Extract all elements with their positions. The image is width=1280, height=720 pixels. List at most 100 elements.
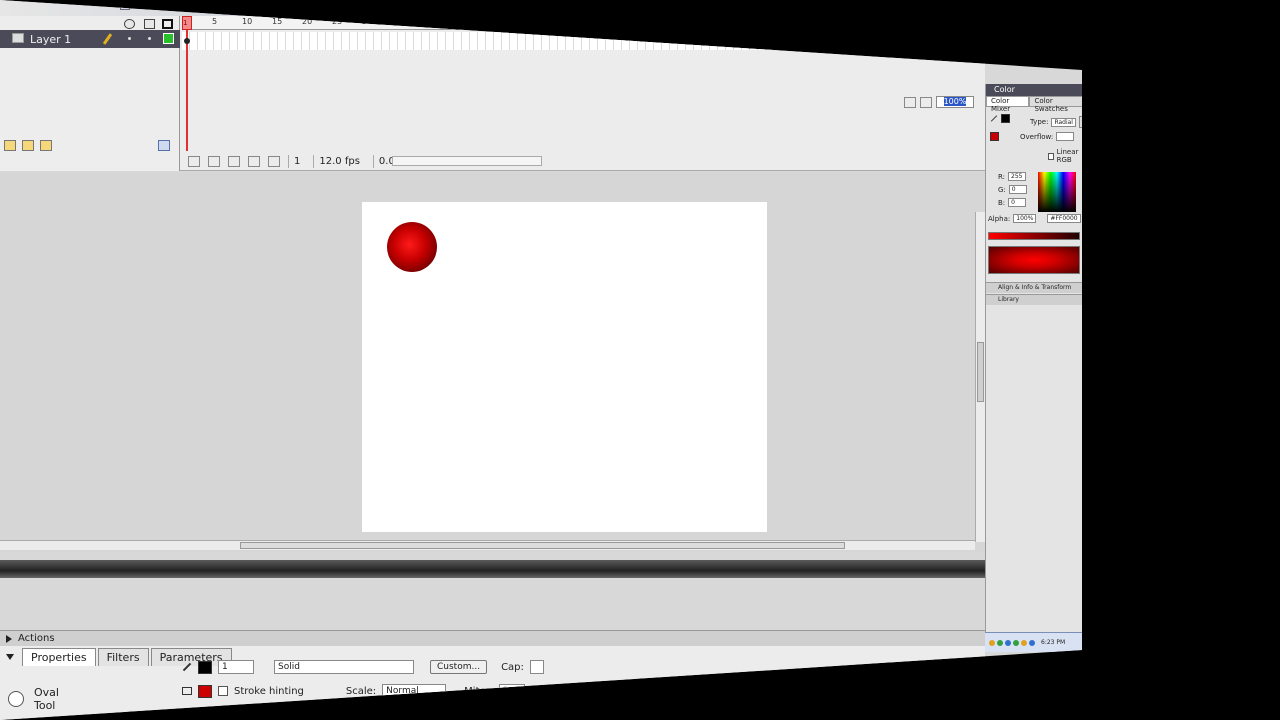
actions-panel-header[interactable]: Actions — [0, 630, 985, 646]
outline-icon[interactable] — [162, 19, 173, 29]
b-input[interactable]: 0 — [1008, 198, 1027, 207]
clock: 6:23 PM — [1041, 639, 1066, 646]
ruler-tick: 90 — [722, 17, 733, 26]
mixer-stroke-swatch[interactable] — [1001, 114, 1010, 123]
ruler-tick: 70 — [602, 17, 613, 26]
edit-symbol-icon[interactable] — [920, 96, 932, 108]
ruler-tick: 55 — [512, 17, 523, 26]
edit-multiple-frames-icon[interactable] — [248, 155, 260, 167]
tray-icon-6[interactable] — [1029, 639, 1035, 646]
stage[interactable] — [362, 202, 767, 532]
layer-outline-color-icon[interactable] — [163, 33, 174, 44]
layer-row[interactable]: Layer 1 — [0, 30, 180, 48]
panel-divider[interactable] — [0, 560, 985, 578]
vertical-scroll-thumb[interactable] — [977, 342, 984, 402]
ruler-tick: 110 — [842, 17, 858, 26]
scene-icon — [120, 2, 130, 10]
actions-label: Actions — [18, 633, 55, 644]
frame-ruler[interactable]: 5 10 15 20 25 30 35 40 45 50 55 60 65 70 75 80 85 90 95 100… — [182, 16, 982, 30]
join-label: Join: — [536, 685, 559, 697]
alpha-input[interactable]: 100% — [1013, 214, 1037, 223]
overflow-select[interactable] — [1056, 132, 1075, 141]
scene-bar: Scene 1 — [0, 0, 1082, 16]
lock-icon[interactable] — [144, 19, 155, 29]
trash-icon[interactable] — [158, 140, 170, 151]
frames-area[interactable]: 5 10 15 20 25 30 35 40 45 50 55 60 65 70 75 80 85 90 95 100… — [182, 16, 982, 171]
horizontal-scroll-thumb[interactable] — [240, 542, 845, 549]
keyframe[interactable] — [184, 38, 190, 44]
frame-row[interactable] — [182, 32, 982, 50]
stroke-color-swatch[interactable] — [198, 660, 212, 674]
playhead[interactable] — [186, 16, 188, 151]
scene-selector[interactable]: Scene 1 — [120, 0, 174, 12]
fill-bucket-icon — [182, 687, 192, 695]
join-select[interactable] — [564, 684, 579, 698]
flash-ide-window: Scene 1 Layer 1 5 10 15 20 25 30 35 40 4… — [0, 0, 1082, 720]
ruler-tick: 125 — [932, 17, 948, 26]
center-frame-icon[interactable] — [188, 155, 200, 167]
ruler-tick: 5 — [212, 17, 218, 26]
type-select[interactable]: Radial — [1051, 117, 1076, 127]
vertical-scrollbar[interactable] — [975, 212, 985, 542]
ruler-tick: 80 — [662, 17, 673, 26]
linear-rgb-row: Linear RGB — [1048, 148, 1082, 164]
tray-icon-4[interactable] — [1013, 639, 1019, 646]
tray-icon-1[interactable] — [989, 639, 995, 646]
stroke-pencil-icon — [182, 662, 192, 672]
miter-label: Miter: — [464, 685, 493, 697]
tray-icon-3[interactable] — [1005, 639, 1011, 646]
g-input[interactable]: 0 — [1008, 185, 1027, 194]
onion-outlines-icon[interactable] — [228, 155, 240, 167]
visibility-dot-icon[interactable] — [128, 37, 131, 40]
color-panel-title[interactable]: Color — [986, 84, 1082, 96]
oval-tool-icon — [8, 691, 24, 707]
r-input[interactable]: 255 — [1008, 172, 1027, 181]
pasteboard[interactable] — [0, 172, 985, 552]
tab-color-mixer[interactable]: Color Mixer — [986, 96, 1030, 113]
g-row: G: 0 — [998, 185, 1027, 194]
tab-color-swatches[interactable]: Color Swatches — [1029, 96, 1082, 113]
stroke-style-select[interactable]: Solid — [274, 660, 414, 674]
zoom-input[interactable]: 100% — [936, 96, 974, 108]
scale-select[interactable]: Normal — [382, 684, 447, 698]
onion-skin-icon[interactable] — [208, 155, 220, 167]
type-dropdown-icon[interactable]: ▾ — [1078, 116, 1082, 128]
tab-properties[interactable]: Properties — [22, 648, 96, 666]
cap-select[interactable] — [529, 660, 544, 674]
horizontal-scrollbar[interactable] — [0, 540, 975, 550]
insert-layer-icon[interactable] — [4, 140, 16, 151]
mixer-fill-swatch[interactable] — [990, 132, 999, 141]
panel-library[interactable]: Library — [986, 294, 1082, 305]
tray-icon-2[interactable] — [997, 639, 1003, 646]
gradient-definition-bar[interactable] — [988, 232, 1080, 240]
tray-icon-5[interactable] — [1021, 639, 1027, 646]
insert-folder-icon[interactable] — [40, 140, 52, 151]
custom-button[interactable]: Custom... — [430, 660, 488, 674]
color-spectrum[interactable] — [1038, 172, 1076, 212]
add-motion-guide-icon[interactable] — [22, 140, 34, 151]
miter-input[interactable]: 3 — [498, 684, 525, 698]
panel-align-info-transform[interactable]: Align & Info & Transform — [986, 282, 1082, 293]
ruler-tick: 85 — [692, 17, 703, 26]
eye-icon[interactable] — [124, 19, 135, 29]
hex-input[interactable]: #FF0000 — [1047, 214, 1081, 223]
tab-filters[interactable]: Filters — [97, 648, 149, 666]
playhead-handle[interactable]: 1 — [182, 16, 192, 30]
red-ball-shape[interactable] — [387, 222, 437, 272]
modify-onion-markers-icon[interactable] — [268, 155, 280, 167]
linear-rgb-checkbox[interactable] — [1048, 152, 1054, 160]
timeline-scrollbar[interactable] — [392, 156, 542, 166]
stroke-width-input[interactable]: 1 — [218, 660, 254, 674]
edit-scene-icon[interactable] — [904, 96, 916, 108]
expand-arrow-icon[interactable] — [6, 654, 14, 660]
frame-rate[interactable]: 12.0 fps — [313, 154, 365, 168]
alpha-label: Alpha: — [988, 214, 1011, 223]
stroke-hinting-label: Stroke hinting — [234, 685, 304, 697]
linear-rgb-label: Linear RGB — [1056, 148, 1079, 164]
stroke-hinting-checkbox[interactable] — [218, 686, 228, 696]
lock-dot-icon[interactable] — [148, 37, 151, 40]
color-panel: Color Color Mixer Color Swatches Type: R… — [985, 84, 1082, 644]
ruler-tick: 100 — [782, 17, 798, 26]
fill-color-swatch[interactable] — [198, 684, 212, 698]
timeline-panel: Layer 1 5 10 15 20 25 30 35 40 45 50 55 60 65 70 75 80 8… — [0, 16, 985, 171]
